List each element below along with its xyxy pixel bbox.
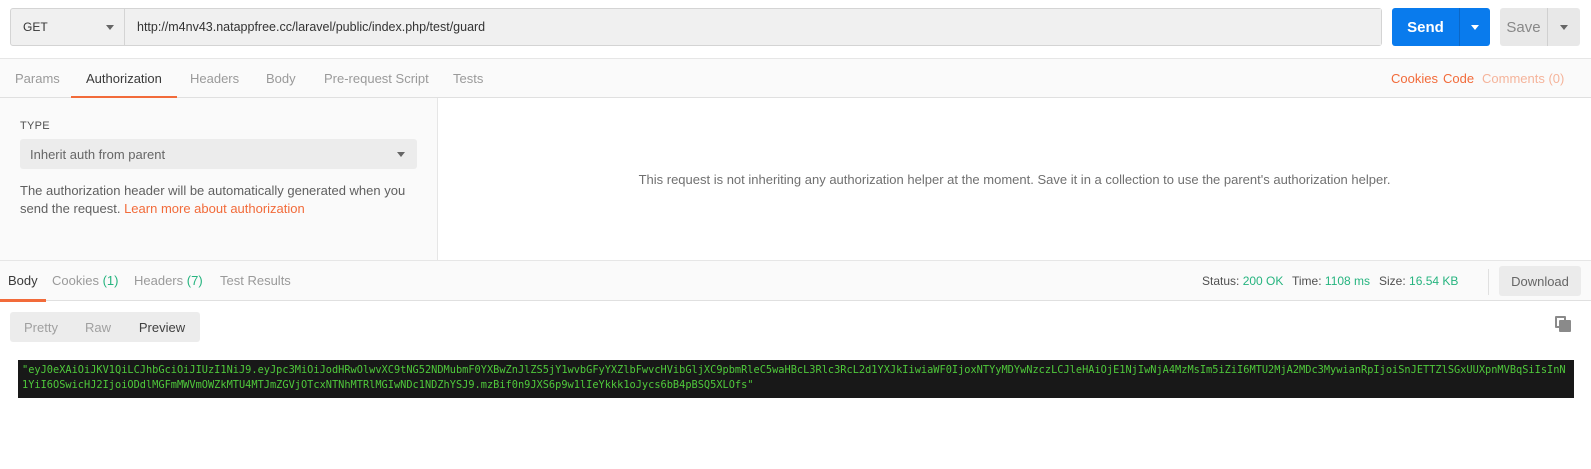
tab-response-cookies[interactable]: Cookies (1) bbox=[52, 261, 118, 301]
download-button[interactable]: Download bbox=[1499, 266, 1581, 296]
save-button[interactable]: Save bbox=[1500, 8, 1548, 46]
auth-message: This request is not inheriting any autho… bbox=[638, 171, 1391, 187]
send-dropdown-button[interactable] bbox=[1460, 8, 1490, 46]
headers-count-badge: (7) bbox=[186, 273, 203, 288]
tab-tests[interactable]: Tests bbox=[453, 59, 483, 98]
learn-more-link[interactable]: Learn more about authorization bbox=[124, 201, 305, 216]
auth-type-label: TYPE bbox=[20, 120, 50, 132]
request-tabs: Params Authorization Headers Body Pre-re… bbox=[0, 58, 1591, 99]
auth-message-panel: This request is not inheriting any autho… bbox=[438, 98, 1591, 260]
send-button-group: Send bbox=[1392, 8, 1490, 46]
url-input[interactable]: http://m4nv43.natappfree.cc/laravel/publ… bbox=[125, 9, 1381, 45]
raw-button[interactable]: Raw bbox=[72, 312, 124, 342]
tab-body[interactable]: Body bbox=[266, 59, 296, 98]
chevron-down-icon bbox=[1560, 24, 1568, 30]
copy-icon[interactable] bbox=[1555, 316, 1571, 332]
status-readout: Status: 200 OK bbox=[1202, 261, 1283, 301]
auth-settings-panel: TYPE Inherit auth from parent The author… bbox=[0, 98, 438, 260]
tab-response-headers-label: Headers bbox=[134, 273, 184, 288]
tab-response-cookies-label: Cookies bbox=[52, 273, 99, 288]
size-label: Size: bbox=[1379, 274, 1406, 288]
view-mode-toggle: Pretty Raw Preview bbox=[10, 312, 200, 342]
tab-params[interactable]: Params bbox=[15, 59, 60, 98]
size-readout: Size: 16.54 KB bbox=[1379, 261, 1458, 301]
tab-response-body[interactable]: Body bbox=[0, 261, 46, 302]
auth-type-select[interactable]: Inherit auth from parent bbox=[20, 139, 417, 169]
save-button-group: Save bbox=[1500, 8, 1580, 46]
auth-type-value: Inherit auth from parent bbox=[30, 146, 166, 162]
tab-authorization[interactable]: Authorization bbox=[71, 59, 177, 99]
status-value: 200 OK bbox=[1242, 274, 1284, 288]
cookies-count-badge: (1) bbox=[102, 273, 119, 288]
method-label: GET bbox=[23, 20, 48, 34]
tab-test-results[interactable]: Test Results bbox=[220, 261, 291, 301]
divider bbox=[1488, 269, 1489, 295]
tab-headers[interactable]: Headers bbox=[190, 59, 239, 98]
response-tabs: Body Cookies (1) Headers (7) Test Result… bbox=[0, 260, 1591, 302]
send-button[interactable]: Send bbox=[1392, 8, 1460, 46]
auth-description: The authorization header will be automat… bbox=[20, 182, 420, 218]
cookies-link[interactable]: Cookies bbox=[1391, 59, 1438, 99]
chevron-down-icon bbox=[106, 24, 114, 30]
save-dropdown-button[interactable] bbox=[1548, 8, 1580, 46]
copy-icon-front bbox=[1559, 320, 1571, 332]
time-label: Time: bbox=[1292, 274, 1322, 288]
chevron-down-icon bbox=[397, 151, 405, 157]
time-value: 1108 ms bbox=[1324, 274, 1371, 288]
tab-response-headers[interactable]: Headers (7) bbox=[134, 261, 203, 301]
time-readout: Time: 1108 ms bbox=[1292, 261, 1370, 301]
comments-link[interactable]: Comments (0) bbox=[1482, 59, 1564, 99]
response-preview: "eyJ0eXAiOiJKV1QiLCJhbGciOiJIUzI1NiJ9.ey… bbox=[18, 360, 1574, 398]
code-link[interactable]: Code bbox=[1443, 59, 1474, 99]
chevron-down-icon bbox=[1471, 24, 1479, 30]
size-value: 16.54 KB bbox=[1409, 274, 1459, 288]
request-bar: GET http://m4nv43.natappfree.cc/laravel/… bbox=[10, 8, 1382, 46]
tab-pre-request-script[interactable]: Pre-request Script bbox=[324, 59, 429, 98]
status-label: Status: bbox=[1202, 274, 1240, 288]
preview-button[interactable]: Preview bbox=[124, 312, 200, 342]
pretty-button[interactable]: Pretty bbox=[10, 312, 72, 342]
method-select[interactable]: GET bbox=[11, 9, 125, 45]
